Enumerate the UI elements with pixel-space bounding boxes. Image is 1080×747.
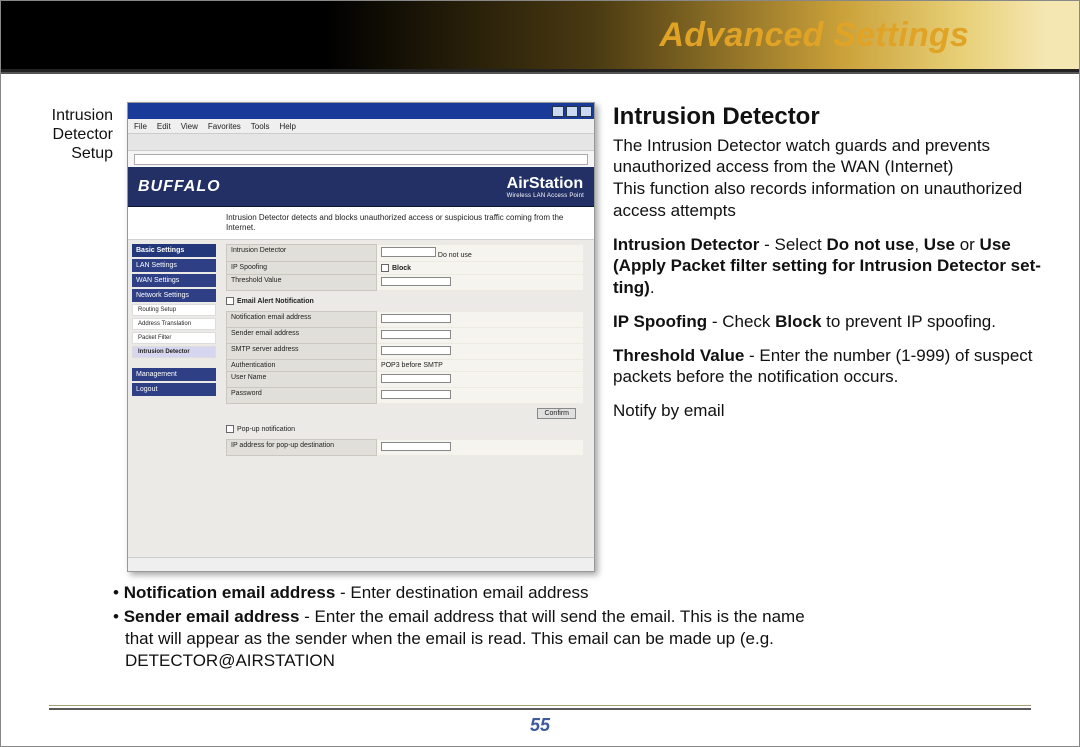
embedded-screenshot: File Edit View Favorites Tools Help BUFF…	[127, 102, 595, 572]
router-page-desc: Intrusion Detector detects and blocks un…	[128, 207, 594, 240]
sidebar-item: LAN Settings	[132, 259, 216, 272]
checkbox-icon	[381, 264, 389, 272]
text-input	[381, 314, 451, 323]
buffalo-logo: BUFFALO	[138, 178, 221, 196]
airstation-sub: Wireless LAN Access Point	[507, 193, 584, 199]
form-label: IP address for pop-up destination	[227, 440, 377, 456]
form-label: Authentication	[227, 360, 377, 372]
form-label: Password	[227, 388, 377, 404]
sidebar-item: Logout	[132, 383, 216, 396]
form-table: IP address for pop-up destination	[226, 439, 584, 456]
menu-item: Favorites	[208, 122, 241, 131]
bullet-item: • Notification email address - Enter des…	[99, 582, 1043, 604]
menu-item: Edit	[157, 122, 171, 131]
form-label: Sender email address	[227, 328, 377, 344]
menu-item: File	[134, 122, 147, 131]
banner-title: Advanced Settings	[660, 16, 969, 55]
sidebar-gap	[132, 360, 216, 366]
form-section-header: Pop-up notification	[226, 425, 584, 433]
footer-rule	[49, 708, 1031, 710]
router-body: Basic Settings LAN Settings WAN Settings…	[128, 240, 594, 572]
description-column: Intrusion Detector The Intrusion Detecto…	[613, 102, 1047, 572]
form-label: Threshold Value	[227, 275, 377, 291]
checkbox-icon	[226, 297, 234, 305]
form-label: User Name	[227, 372, 377, 388]
text-input	[381, 346, 451, 355]
airstation-logo: AirStation Wireless LAN Access Point	[507, 175, 584, 199]
form-value: Block	[376, 262, 583, 275]
browser-addressbar	[128, 151, 594, 167]
form-table: Intrusion Detector Do not use IP Spoofin…	[226, 244, 584, 291]
paragraph: The Intrusion Detector watch guards and …	[613, 135, 1047, 222]
form-value	[376, 388, 583, 404]
caption-line: Setup	[25, 144, 113, 163]
router-brandbar: BUFFALO AirStation Wireless LAN Access P…	[128, 167, 594, 207]
content-row: Intrusion Detector Setup File Edit View …	[1, 74, 1079, 580]
sidebar-subitem: Address Translation	[132, 318, 216, 330]
sidebar-item: Management	[132, 368, 216, 381]
sidebar-item: Network Settings	[132, 289, 216, 302]
menu-item: View	[181, 122, 198, 131]
form-value	[376, 372, 583, 388]
form-value	[376, 344, 583, 360]
text-input	[381, 277, 451, 286]
browser-toolbar	[128, 133, 594, 151]
paragraph: Notify by email	[613, 400, 1047, 422]
sidebar-subitem: Routing Setup	[132, 304, 216, 316]
form-table: Notification email address Sender email …	[226, 311, 584, 404]
form-label: IP Spoofing	[227, 262, 377, 275]
airstation-text: AirStation	[507, 175, 583, 192]
form-label: SMTP server address	[227, 344, 377, 360]
text-input	[381, 330, 451, 339]
paragraph: Intrusion Detector - Select Do not use, …	[613, 234, 1047, 299]
form-label: Notification email address	[227, 312, 377, 328]
paragraph: Threshold Value - Enter the number (1-99…	[613, 345, 1047, 389]
bullet-list: • Notification email address - Enter des…	[1, 580, 1079, 672]
form-actions: Confirm	[226, 404, 584, 425]
window-minimize-icon	[552, 106, 564, 117]
menu-item: Tools	[251, 122, 270, 131]
sidebar-header: Basic Settings	[132, 244, 216, 257]
router-form: Intrusion Detector Do not use IP Spoofin…	[220, 240, 594, 572]
form-label: Intrusion Detector	[227, 245, 377, 262]
form-value	[376, 312, 583, 328]
address-field	[134, 154, 588, 165]
form-value: Do not use	[376, 245, 583, 262]
bullet-item: • Sender email address - Enter the email…	[99, 606, 1043, 672]
select-icon	[381, 247, 436, 257]
caption-line: Intrusion	[25, 106, 113, 125]
sidebar-subitem: Packet Filter	[132, 332, 216, 344]
form-value: POP3 before SMTP	[376, 360, 583, 372]
router-sidebar: Basic Settings LAN Settings WAN Settings…	[128, 240, 220, 572]
text-input	[381, 390, 451, 399]
paragraph: IP Spoofing - Check Block to prevent IP …	[613, 311, 1047, 333]
form-value	[376, 440, 583, 456]
browser-menubar: File Edit View Favorites Tools Help	[128, 119, 594, 133]
browser-statusbar	[128, 557, 594, 571]
sidebar-item: WAN Settings	[132, 274, 216, 287]
section-heading: Intrusion Detector	[613, 102, 1047, 133]
window-titlebar	[128, 103, 594, 119]
page-banner: Advanced Settings	[1, 1, 1079, 69]
checkbox-icon	[226, 425, 234, 433]
confirm-button: Confirm	[537, 408, 576, 419]
caption-line: Detector	[25, 125, 113, 144]
form-value	[376, 275, 583, 291]
form-section-header: Email Alert Notification	[226, 297, 584, 305]
figure: File Edit View Favorites Tools Help BUFF…	[127, 102, 599, 572]
text-input	[381, 442, 451, 451]
window-maximize-icon	[566, 106, 578, 117]
manual-page: Advanced Settings Intrusion Detector Set…	[0, 0, 1080, 747]
window-close-icon	[580, 106, 592, 117]
text-input	[381, 374, 451, 383]
page-number: 55	[1, 715, 1079, 736]
form-value	[376, 328, 583, 344]
sidebar-subitem-selected: Intrusion Detector	[132, 346, 216, 358]
menu-item: Help	[279, 122, 295, 131]
figure-caption: Intrusion Detector Setup	[25, 102, 113, 572]
